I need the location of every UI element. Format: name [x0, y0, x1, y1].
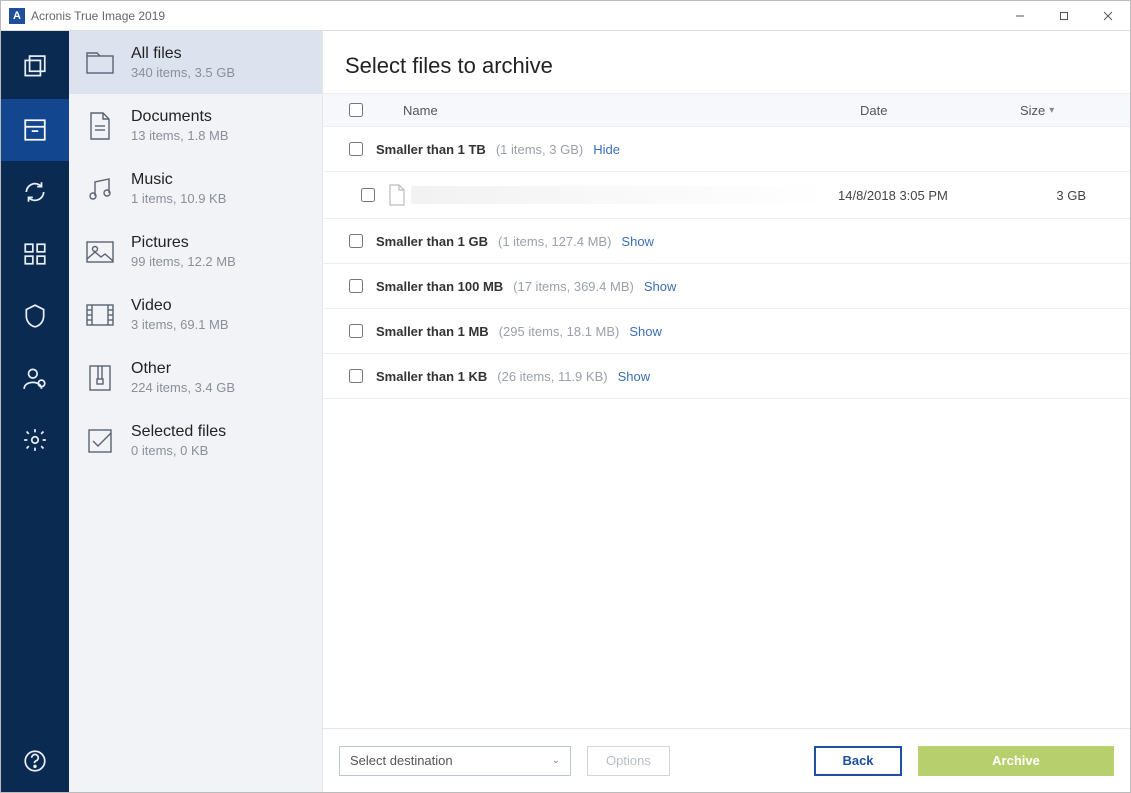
group-name: Smaller than 1 TB	[376, 142, 486, 157]
app-window: A Acronis True Image 2019	[0, 0, 1131, 793]
video-icon	[85, 300, 115, 330]
group-toggle[interactable]: Show	[629, 324, 662, 339]
titlebar: A Acronis True Image 2019	[1, 1, 1130, 31]
checkbox-icon	[85, 426, 115, 456]
rail-dashboard-icon[interactable]	[1, 223, 69, 285]
column-headers: Name Date Size ▾	[323, 93, 1130, 127]
rail-settings-icon[interactable]	[1, 409, 69, 471]
category-other[interactable]: Other 224 items, 3.4 GB	[69, 346, 322, 409]
minimize-button[interactable]	[998, 2, 1042, 30]
window-title: Acronis True Image 2019	[31, 9, 165, 23]
picture-icon	[85, 237, 115, 267]
select-all-checkbox[interactable]	[349, 103, 363, 117]
file-name	[411, 186, 828, 204]
column-size[interactable]: Size ▾	[1020, 103, 1130, 118]
group-checkbox[interactable]	[349, 142, 363, 156]
archive-button[interactable]: Archive	[918, 746, 1114, 776]
category-name: Music	[131, 171, 226, 189]
category-sub: 99 items, 12.2 MB	[131, 254, 236, 269]
rail-help-icon[interactable]	[1, 730, 69, 792]
category-music[interactable]: Music 1 items, 10.9 KB	[69, 157, 322, 220]
group-name: Smaller than 100 MB	[376, 279, 503, 294]
category-list: All files 340 items, 3.5 GB Documents 13…	[69, 31, 323, 792]
footer: Select destination ⌄ Options Back Archiv…	[323, 728, 1130, 792]
category-video[interactable]: Video 3 items, 69.1 MB	[69, 283, 322, 346]
group-toggle[interactable]: Show	[644, 279, 677, 294]
document-icon	[85, 111, 115, 141]
category-sub: 1 items, 10.9 KB	[131, 191, 226, 206]
archive-icon	[85, 363, 115, 393]
category-sub: 224 items, 3.4 GB	[131, 380, 235, 395]
category-sub: 340 items, 3.5 GB	[131, 65, 235, 80]
rail-backup-icon[interactable]	[1, 37, 69, 99]
category-sub: 3 items, 69.1 MB	[131, 317, 229, 332]
group-info: (17 items, 369.4 MB)	[513, 279, 634, 294]
group-checkbox[interactable]	[349, 324, 363, 338]
rail-sync-icon[interactable]	[1, 161, 69, 223]
group-checkbox[interactable]	[349, 279, 363, 293]
file-icon	[383, 184, 411, 206]
category-sub: 13 items, 1.8 MB	[131, 128, 229, 143]
file-date: 14/8/2018 3:05 PM	[838, 188, 998, 203]
category-name: All files	[131, 45, 235, 63]
category-sub: 0 items, 0 KB	[131, 443, 226, 458]
app-icon: A	[9, 8, 25, 24]
back-button[interactable]: Back	[814, 746, 902, 776]
group-name: Smaller than 1 GB	[376, 234, 488, 249]
rail-protect-icon[interactable]	[1, 285, 69, 347]
category-selected-files[interactable]: Selected files 0 items, 0 KB	[69, 409, 322, 472]
category-pictures[interactable]: Pictures 99 items, 12.2 MB	[69, 220, 322, 283]
group-toggle[interactable]: Show	[621, 234, 654, 249]
close-button[interactable]	[1086, 2, 1130, 30]
file-group-header: Smaller than 1 MB (295 items, 18.1 MB) S…	[323, 309, 1130, 354]
group-info: (295 items, 18.1 MB)	[499, 324, 620, 339]
file-list: Smaller than 1 TB (1 items, 3 GB) Hide 1…	[323, 127, 1130, 728]
category-name: Selected files	[131, 423, 226, 441]
group-name: Smaller than 1 KB	[376, 369, 487, 384]
select-destination-dropdown[interactable]: Select destination ⌄	[339, 746, 571, 776]
file-group-header: Smaller than 100 MB (17 items, 369.4 MB)…	[323, 264, 1130, 309]
chevron-down-icon: ▾	[1049, 105, 1054, 116]
group-info: (1 items, 3 GB)	[496, 142, 583, 157]
category-documents[interactable]: Documents 13 items, 1.8 MB	[69, 94, 322, 157]
group-info: (1 items, 127.4 MB)	[498, 234, 611, 249]
options-button[interactable]: Options	[587, 746, 670, 776]
rail-archive-icon[interactable]	[1, 99, 69, 161]
page-title: Select files to archive	[345, 53, 1108, 79]
file-group-header: Smaller than 1 GB (1 items, 127.4 MB) Sh…	[323, 219, 1130, 264]
group-toggle[interactable]: Hide	[593, 142, 620, 157]
rail-account-icon[interactable]	[1, 347, 69, 409]
file-size: 3 GB	[998, 188, 1108, 203]
category-name: Documents	[131, 108, 229, 126]
category-name: Pictures	[131, 234, 236, 252]
folder-icon	[85, 48, 115, 78]
file-checkbox[interactable]	[361, 188, 375, 202]
music-icon	[85, 174, 115, 204]
group-info: (26 items, 11.9 KB)	[497, 369, 607, 384]
category-name: Video	[131, 297, 229, 315]
category-all-files[interactable]: All files 340 items, 3.5 GB	[69, 31, 322, 94]
window-buttons	[998, 2, 1130, 30]
dropdown-label: Select destination	[350, 753, 453, 768]
file-group-header: Smaller than 1 TB (1 items, 3 GB) Hide	[323, 127, 1130, 172]
maximize-button[interactable]	[1042, 2, 1086, 30]
main-panel: Select files to archive Name Date Size ▾…	[323, 31, 1130, 792]
column-date[interactable]: Date	[860, 103, 1020, 118]
group-toggle[interactable]: Show	[618, 369, 651, 384]
column-name[interactable]: Name	[371, 103, 860, 118]
group-name: Smaller than 1 MB	[376, 324, 489, 339]
category-name: Other	[131, 360, 235, 378]
nav-rail	[1, 31, 69, 792]
file-row[interactable]: 14/8/2018 3:05 PM 3 GB	[323, 172, 1130, 219]
file-group-header: Smaller than 1 KB (26 items, 11.9 KB) Sh…	[323, 354, 1130, 399]
group-checkbox[interactable]	[349, 369, 363, 383]
chevron-down-icon: ⌄	[552, 755, 560, 766]
group-checkbox[interactable]	[349, 234, 363, 248]
